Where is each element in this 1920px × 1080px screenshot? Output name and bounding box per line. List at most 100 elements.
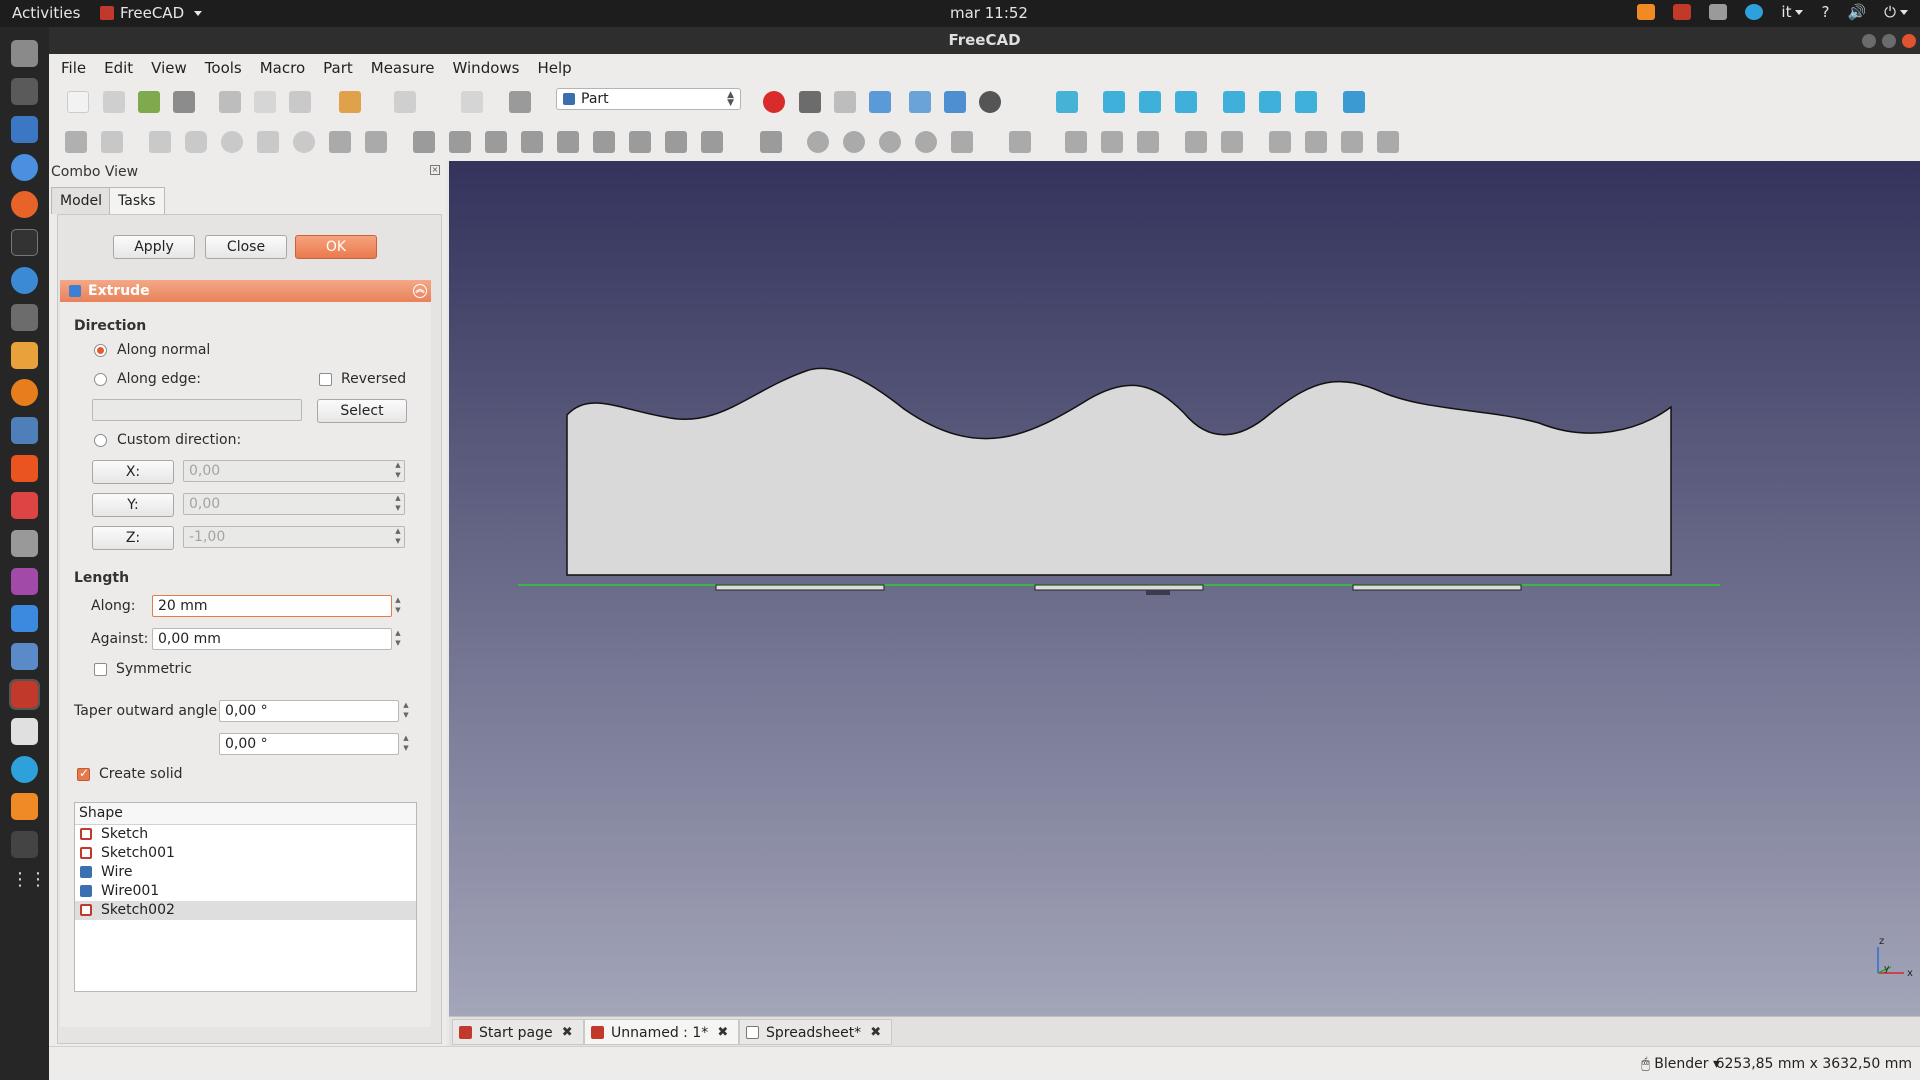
menu-windows[interactable]: Windows (453, 59, 520, 77)
measure-refresh-icon[interactable] (1269, 131, 1291, 153)
navigation-style-selector[interactable]: 🖱 Blender ▾ (1641, 1056, 1720, 1072)
boolean-icon[interactable] (807, 131, 829, 153)
software-dock-icon[interactable] (11, 417, 38, 444)
reversed-checkbox[interactable] (319, 373, 332, 386)
transfer-dock-icon[interactable] (11, 605, 38, 632)
cut-shape-icon[interactable] (843, 131, 865, 153)
3d-viewport[interactable]: z y x (449, 161, 1920, 1016)
execute-macro-icon[interactable] (869, 91, 891, 113)
menu-view[interactable]: View (151, 59, 187, 77)
tab-unnamed[interactable]: Unnamed : 1* ✖ (584, 1019, 740, 1046)
print-icon[interactable] (173, 91, 195, 113)
make-face-icon[interactable] (593, 131, 615, 153)
menu-part[interactable]: Part (323, 59, 353, 77)
part-icon[interactable] (65, 131, 87, 153)
fuse-icon[interactable] (879, 131, 901, 153)
menu-help[interactable]: Help (537, 59, 571, 77)
against-length-input[interactable]: 0,00 mm (152, 628, 392, 650)
measure-angular-icon[interactable] (1221, 131, 1243, 153)
activities-button[interactable]: Activities (12, 4, 80, 22)
sketch-segment-2[interactable] (1034, 584, 1204, 591)
close-button[interactable]: Close (205, 235, 287, 259)
front-view-icon[interactable] (1103, 91, 1125, 113)
close-window-icon[interactable] (1902, 34, 1916, 48)
x-button[interactable]: X: (92, 460, 174, 484)
new-file-icon[interactable] (67, 91, 89, 113)
inkscape-dock-icon[interactable] (11, 78, 38, 105)
chamfer-icon[interactable] (557, 131, 579, 153)
along-length-input[interactable]: 20 mm (152, 595, 392, 617)
against-spinner-icon[interactable]: ▲ ▼ (391, 628, 405, 650)
help-icon[interactable]: ? (1821, 3, 1829, 21)
z-spinner-icon[interactable]: ▲ ▼ (391, 526, 405, 548)
camera-dock-icon[interactable] (11, 530, 38, 557)
blender-dock-icon[interactable] (11, 379, 38, 406)
apply-button[interactable]: Apply (113, 235, 195, 259)
minimize-icon[interactable] (1862, 34, 1876, 48)
firefox-dock-icon[interactable] (11, 191, 38, 218)
writer-dock-icon[interactable] (11, 116, 38, 143)
sketch-segment-3[interactable] (1352, 584, 1522, 591)
measure-clear-icon[interactable] (1305, 131, 1327, 153)
taper-angle-rev-input[interactable]: 0,00 ° (219, 733, 399, 755)
sweep-icon[interactable] (701, 131, 723, 153)
y-button[interactable]: Y: (92, 493, 174, 517)
vlc-tray-icon[interactable] (1637, 4, 1656, 20)
close-icon[interactable]: ✖ (717, 1020, 728, 1046)
cone-icon[interactable] (257, 131, 279, 153)
ok-button[interactable]: OK (295, 235, 377, 259)
undo-icon[interactable] (339, 91, 361, 113)
x-spinner-icon[interactable]: ▲ ▼ (391, 460, 405, 482)
menu-file[interactable]: File (61, 59, 86, 77)
copy-icon[interactable] (254, 91, 276, 113)
stop-macro-icon[interactable] (799, 91, 821, 113)
primitives-icon[interactable] (365, 131, 387, 153)
list-item[interactable]: Sketch001 (75, 844, 416, 863)
fit-all-icon[interactable] (909, 91, 931, 113)
edit-macro-icon[interactable] (834, 91, 856, 113)
redo-icon[interactable] (394, 91, 416, 113)
y-input[interactable]: 0,00 (183, 493, 405, 515)
symmetric-checkbox[interactable] (94, 663, 107, 676)
open-file-icon[interactable] (103, 91, 125, 113)
fit-selection-icon[interactable] (944, 91, 966, 113)
menu-macro[interactable]: Macro (260, 59, 305, 77)
taper-angle-input[interactable]: 0,00 ° (219, 700, 399, 722)
rear-view-icon[interactable] (1223, 91, 1245, 113)
measure-linear-icon[interactable] (1185, 131, 1207, 153)
list-item[interactable]: Wire (75, 863, 416, 882)
isometric-view-icon[interactable] (1056, 91, 1078, 113)
telegram-tray-icon[interactable] (1745, 4, 1764, 20)
freecad-dock-icon[interactable] (9, 679, 40, 710)
revolve-icon[interactable] (449, 131, 471, 153)
ubuntu-software-dock-icon[interactable] (11, 455, 38, 482)
toggle-3d-icon[interactable] (1341, 131, 1363, 153)
scribus-dock-icon[interactable] (11, 342, 38, 369)
along-spinner-icon[interactable]: ▲ ▼ (391, 595, 405, 617)
ruled-surface-icon[interactable] (629, 131, 651, 153)
notes-dock-icon[interactable] (11, 718, 38, 745)
gimp-dock-icon[interactable] (11, 304, 38, 331)
custom-direction-radio[interactable] (94, 434, 107, 447)
vlc-dock-icon[interactable] (11, 793, 38, 820)
draw-style-icon[interactable] (979, 91, 1001, 113)
along-edge-radio[interactable] (94, 373, 107, 386)
close-icon[interactable]: ✖ (562, 1020, 573, 1046)
collapse-icon[interactable]: ︽ (413, 284, 427, 298)
compound-icon[interactable] (1065, 131, 1087, 153)
workbench-selector[interactable]: Part ▲ ▼ (556, 88, 741, 110)
cut-icon[interactable] (219, 91, 241, 113)
create-solid-checkbox[interactable] (77, 766, 90, 781)
menu-measure[interactable]: Measure (371, 59, 435, 77)
cylinder-icon[interactable] (185, 131, 207, 153)
viewport-canvas[interactable]: z y x (449, 161, 1920, 1016)
select-button[interactable]: Select (317, 399, 407, 423)
virtualbox-dock-icon[interactable] (11, 643, 38, 670)
menu-tools[interactable]: Tools (205, 59, 242, 77)
split-icon[interactable] (1009, 131, 1031, 153)
list-item[interactable]: Sketch (75, 825, 416, 844)
z-input[interactable]: -1,00 (183, 526, 405, 548)
check-geometry-icon[interactable] (1101, 131, 1123, 153)
torus-icon[interactable] (293, 131, 315, 153)
sketch-segment-1[interactable] (715, 584, 885, 591)
